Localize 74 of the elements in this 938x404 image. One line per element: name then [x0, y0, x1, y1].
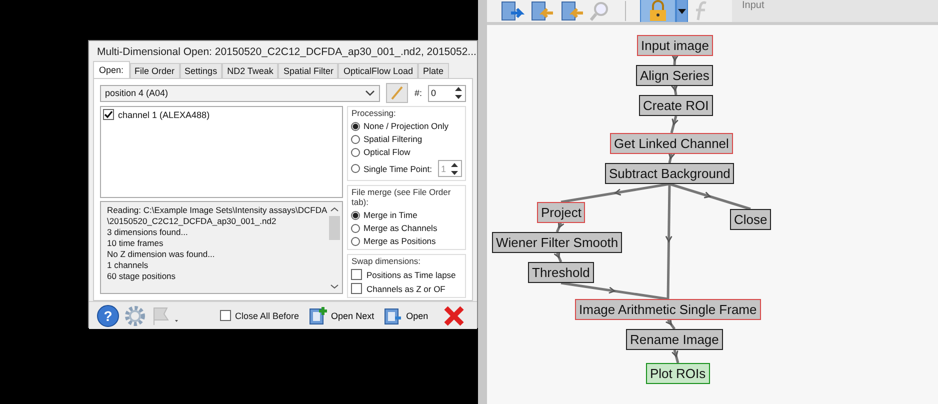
tab[interactable]: Settings	[180, 63, 222, 78]
radio-option[interactable]: Merge as Positions	[351, 236, 436, 246]
folder-arrow-icon[interactable]	[559, 0, 585, 22]
checkbox-option[interactable]: Channels as Z or OF	[351, 283, 462, 294]
log-line: Reading: C:\Example Image Sets\Intensity assays\DCFDA	[107, 205, 328, 216]
window-title: Multi-Dimensional Open: 20150520_C2C12_DCFDA_ap30_001_.nd2, 2015052...	[96, 45, 477, 60]
connector-arrow	[671, 84, 678, 96]
help-button[interactable]: ?	[97, 304, 119, 326]
log-line: 1 channels	[107, 260, 150, 271]
log-line: No Z dimension was found...	[107, 249, 216, 260]
input-field[interactable]: Input	[732, 0, 938, 22]
checkbox-option[interactable]: Positions as Time lapse	[351, 269, 462, 280]
workflow-node[interactable]: Image Arithmetic Single Frame	[575, 299, 761, 320]
log-line: \20150520_C2C12_DCFDA_ap30_001_.nd2	[107, 216, 278, 227]
workflow-node[interactable]: Get Linked Channel	[610, 133, 733, 154]
tab[interactable]: Plate	[418, 63, 449, 78]
tab[interactable]: ND2 Tweak	[222, 63, 278, 78]
channel-checkbox[interactable]: channel 1 (ALEXA488)	[103, 109, 340, 120]
group-title: File merge (see File Order tab):	[351, 187, 452, 207]
spin-arrows-icon	[454, 86, 463, 100]
close-all-checkbox[interactable]: Close All Before	[220, 310, 300, 321]
folder-arrow-icon[interactable]	[529, 0, 555, 22]
pencil-icon[interactable]	[386, 83, 408, 103]
workflow-node[interactable]: Threshold	[528, 262, 594, 283]
connector-arrow	[668, 152, 675, 164]
radio-option[interactable]: Single Time Point:	[351, 164, 432, 174]
padlock-icon	[647, 0, 669, 22]
connector-arrow	[672, 350, 680, 364]
connector-arrow	[672, 54, 678, 66]
workflow-node[interactable]: Subtract Background	[605, 163, 734, 184]
chevron-down-icon	[365, 90, 376, 96]
number-label: #:	[414, 88, 422, 98]
connector-arrow	[554, 251, 562, 262]
caret-down-icon	[678, 8, 686, 14]
workflow-node[interactable]: Create ROI	[639, 95, 713, 116]
connector-arrow	[666, 318, 676, 330]
workflow-node[interactable]: Wiener Filter Smooth	[492, 232, 622, 253]
radio-option[interactable]: Merge in Time	[351, 210, 418, 220]
magnifier-icon[interactable]	[589, 0, 611, 22]
open-next-button[interactable]: Open Next	[306, 304, 376, 326]
log-line: 10 time frames	[107, 238, 164, 249]
log-line: 3 dimensions found...	[107, 227, 189, 238]
tab[interactable]: Spatial Filter	[278, 63, 338, 78]
tab[interactable]: Open:	[93, 61, 130, 78]
workflow-node[interactable]: Project	[537, 202, 586, 223]
connector-arrow	[670, 116, 678, 134]
workflow-node[interactable]: Input image	[637, 35, 713, 56]
log-line: 60 stage positions	[107, 271, 177, 282]
group-title: Swap dimensions:	[351, 256, 422, 266]
scrollbar-icon	[329, 205, 340, 291]
folder-icon	[383, 306, 404, 326]
open-button[interactable]: Open	[381, 304, 430, 326]
workflow-node[interactable]: Align Series	[636, 65, 714, 86]
workflow-node[interactable]: Close	[730, 209, 772, 230]
folder-arrow-icon[interactable]	[499, 0, 525, 22]
radio-option[interactable]: Merge as Channels	[351, 223, 438, 233]
workflow-node[interactable]: Plot ROIs	[646, 363, 710, 384]
position-dropdown[interactable]: position 4 (A04)	[100, 84, 380, 102]
spin-arrows-icon	[450, 162, 459, 176]
radio-option[interactable]: Spatial Filtering	[351, 134, 422, 144]
connector-arrow	[556, 221, 564, 232]
close-icon[interactable]	[443, 304, 466, 326]
group-title: Processing:	[351, 108, 397, 118]
radio-option[interactable]: Optical Flow	[351, 147, 410, 157]
radio-option[interactable]: None / Projection Only	[351, 121, 449, 131]
tab[interactable]: File Order	[130, 63, 180, 78]
workflow-node[interactable]: Rename Image	[626, 329, 723, 350]
flag-icon[interactable]	[151, 304, 181, 326]
dropdown-button[interactable]	[676, 0, 688, 23]
checkmark-icon	[104, 110, 113, 119]
folder-plus-icon	[308, 306, 328, 326]
number-field[interactable]: 0	[428, 84, 466, 102]
tab[interactable]: OpticalFlow Load	[338, 63, 418, 78]
gear-icon[interactable]	[124, 304, 146, 326]
